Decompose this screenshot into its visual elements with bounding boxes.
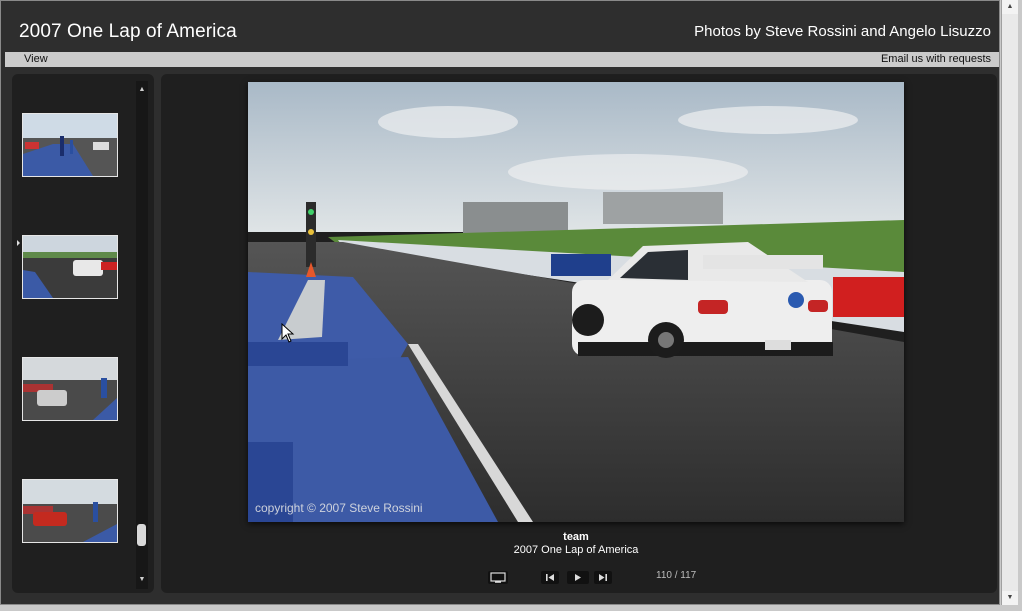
- photo-caption-subtitle: 2007 One Lap of America: [513, 544, 639, 556]
- selected-marker: [17, 240, 20, 246]
- thumbnail-scrollbar[interactable]: ▲ ▼: [136, 81, 148, 589]
- thumbnail-strip: ▲ ▼: [12, 74, 154, 593]
- scroll-down-arrow-icon[interactable]: ▼: [136, 573, 148, 587]
- view-menu[interactable]: View: [24, 53, 48, 65]
- window-scrollbar[interactable]: ▲ ▼: [1001, 0, 1018, 605]
- window-scroll-down-icon[interactable]: ▼: [1002, 591, 1018, 605]
- thumbnail-3[interactable]: [22, 357, 118, 421]
- previous-icon[interactable]: [541, 571, 559, 584]
- photo-counter: 110 / 117: [656, 570, 697, 581]
- scrollbar-thumb[interactable]: [137, 524, 146, 546]
- photo-caption-title: team: [563, 531, 589, 543]
- page-title: 2007 One Lap of America: [19, 21, 237, 42]
- thumbnail-4[interactable]: [22, 479, 118, 543]
- screen-icon[interactable]: [488, 571, 508, 584]
- scroll-up-arrow-icon[interactable]: ▲: [136, 83, 148, 97]
- copyright-text: copyright © 2007 Steve Rossini: [255, 501, 423, 515]
- menu-bar: View Email us with requests: [5, 52, 999, 67]
- play-icon[interactable]: [567, 571, 589, 584]
- photo-viewer: copyright © 2007 Steve Rossini team 2007…: [161, 74, 997, 593]
- photo-credits: Photos by Steve Rossini and Angelo Lisuz…: [694, 23, 991, 40]
- email-link[interactable]: Email us with requests: [881, 53, 991, 65]
- thumbnail-2-selected[interactable]: [22, 235, 118, 299]
- thumbnail-1[interactable]: [22, 113, 118, 177]
- main-photo[interactable]: copyright © 2007 Steve Rossini: [248, 82, 904, 522]
- gallery-window: 2007 One Lap of America Photos by Steve …: [0, 0, 1000, 605]
- header: 2007 One Lap of America Photos by Steve …: [5, 5, 999, 52]
- window-scroll-up-icon[interactable]: ▲: [1002, 0, 1018, 14]
- next-icon[interactable]: [594, 571, 612, 584]
